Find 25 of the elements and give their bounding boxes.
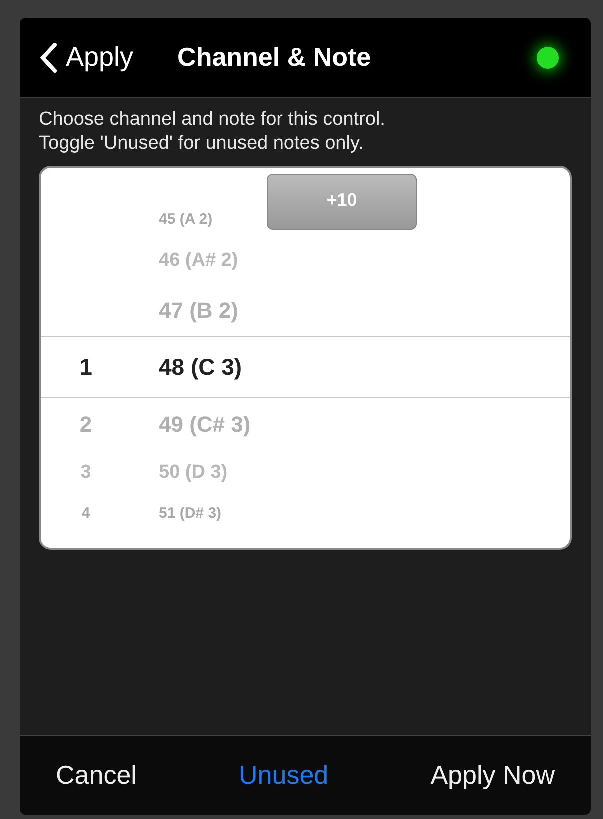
channel-value: 4 <box>82 504 90 524</box>
picker-row[interactable]: 2 49 (C# 3) <box>41 398 570 450</box>
channel-value: 2 <box>80 410 92 438</box>
channel-value: 3 <box>80 460 92 485</box>
nav-title: Channel & Note <box>178 41 372 74</box>
note-value: 51 (D# 3) <box>159 504 222 524</box>
note-value: 45 (A 2) <box>159 210 213 230</box>
note-value: 48 (C 3) <box>159 352 242 382</box>
note-value: 47 (B 2) <box>159 296 238 325</box>
picker-row[interactable]: 46 (A# 2) <box>41 238 570 284</box>
note-value: 49 (C# 3) <box>159 410 251 439</box>
selected-row[interactable]: 1 48 (C 3) <box>41 336 570 398</box>
jump-button[interactable]: +10 <box>267 174 417 230</box>
back-button[interactable]: Apply <box>40 37 134 78</box>
channel-value: 1 <box>80 352 92 382</box>
chevron-left-icon <box>40 42 58 74</box>
note-value: 46 (A# 2) <box>159 248 238 273</box>
picker-row[interactable]: 3 50 (D 3) <box>41 450 570 496</box>
description-text: Choose channel and note for this control. Toggle 'Unused' for unused notes only. <box>38 108 386 156</box>
toolbar-button[interactable]: Apply Now <box>430 756 555 795</box>
toolbar-button[interactable]: Unused <box>239 756 329 795</box>
toolbar-button[interactable]: Cancel <box>56 756 137 795</box>
picker-row[interactable]: 4 51 (D# 3) <box>41 496 570 532</box>
note-value: 50 (D 3) <box>159 460 228 485</box>
picker-row[interactable]: 47 (B 2) <box>41 284 570 336</box>
